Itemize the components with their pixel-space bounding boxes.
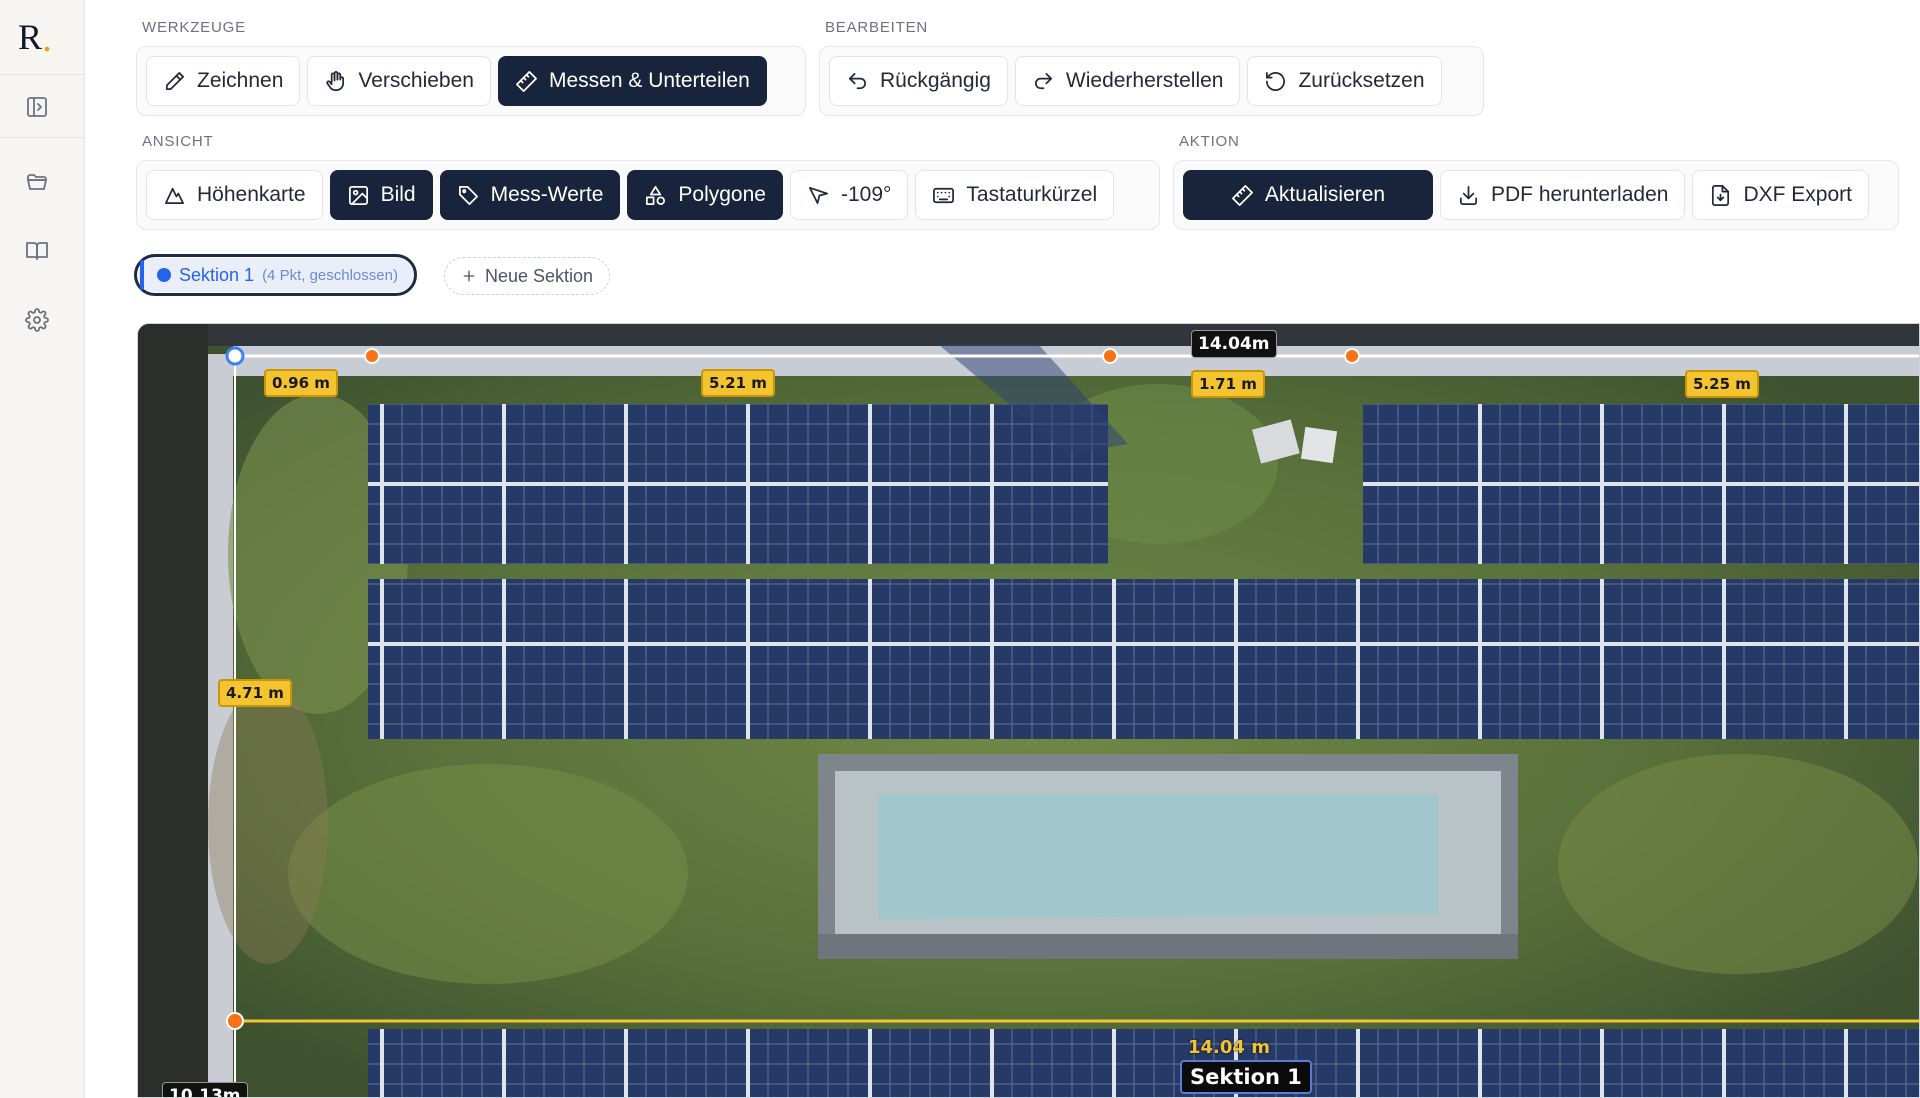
file-download-icon	[1712, 184, 1730, 206]
measure-segment-2: 5.21 m	[701, 369, 775, 397]
measure-total-top: 14.04m	[1191, 330, 1277, 358]
bearbeiten-label: BEARBEITEN	[825, 19, 929, 36]
bild-label: Bild	[380, 183, 416, 206]
image-icon	[348, 185, 368, 205]
aktualisieren-label: Aktualisieren	[1264, 183, 1386, 206]
hoehenkarte-label: Höhenkarte	[197, 183, 306, 206]
wiederherstellen-label: Wiederherstellen	[1065, 69, 1224, 92]
messen-label: Messen & Unterteilen	[548, 69, 750, 92]
section-meta: (4 Pkt, geschlossen)	[262, 266, 398, 284]
pencil-icon	[165, 71, 184, 90]
hoehenkarte-button[interactable]: Höhenkarte	[146, 170, 323, 220]
hand-icon	[326, 70, 345, 91]
section-tab-active[interactable]: Sektion 1 (4 Pkt, geschlossen)	[134, 254, 417, 296]
new-section-label: Neue Sektion	[485, 265, 594, 286]
ansicht-group: Höhenkarte Bild Mess-Werte Polygone -109…	[136, 160, 1160, 230]
mess-werte-button[interactable]: Mess-Werte	[439, 170, 621, 220]
measure-segment-3: 1.71 m	[1191, 370, 1265, 398]
ruler-icon	[1231, 184, 1253, 206]
section-label-on-map[interactable]: Sektion 1	[1180, 1060, 1312, 1094]
measure-segment-4: 5.25 m	[1685, 370, 1759, 398]
zeichnen-button[interactable]: Zeichnen	[146, 56, 301, 106]
folder-icon[interactable]	[22, 167, 52, 197]
dxf-label: DXF Export	[1743, 183, 1852, 206]
verschieben-button[interactable]: Verschieben	[307, 56, 491, 106]
verschieben-label: Verschieben	[358, 69, 474, 92]
measure-bottom-left: 10.13m	[162, 1082, 248, 1097]
rotation-button[interactable]: -109°	[789, 170, 909, 220]
aktion-group: Aktualisieren PDF herunterladen DXF Expo…	[1173, 160, 1899, 230]
dxf-export-button[interactable]: DXF Export	[1692, 170, 1869, 220]
tastaturkuerzel-label: Tastaturkürzel	[966, 183, 1098, 206]
zuruecksetzen-button[interactable]: Zurücksetzen	[1247, 56, 1442, 106]
sidebar-divider	[0, 137, 85, 138]
sidebar: R.	[0, 0, 85, 1098]
app-logo[interactable]: R.	[0, 0, 84, 75]
logo-dot: .	[42, 14, 52, 60]
pdf-label: PDF herunterladen	[1491, 183, 1669, 206]
redo-icon	[1034, 72, 1052, 89]
ansicht-label: ANSICHT	[142, 133, 214, 150]
undo-icon	[848, 72, 866, 89]
logo-letter: R	[17, 17, 42, 57]
tastaturkuerzel-button[interactable]: Tastaturkürzel	[915, 170, 1115, 220]
aktualisieren-button[interactable]: Aktualisieren	[1183, 170, 1433, 220]
navigation-arrow-icon	[808, 186, 828, 204]
messen-unterteilen-button[interactable]: Messen & Unterteilen	[497, 56, 767, 106]
werkzeuge-label: WERKZEUGE	[142, 19, 246, 36]
mess-werte-label: Mess-Werte	[490, 183, 604, 206]
zeichnen-label: Zeichnen	[197, 69, 284, 92]
rueckgaengig-button[interactable]: Rückgängig	[829, 56, 1008, 106]
polygone-label: Polygone	[678, 183, 766, 206]
mountain-icon	[165, 187, 184, 204]
wiederherstellen-button[interactable]: Wiederherstellen	[1014, 56, 1241, 106]
bild-button[interactable]: Bild	[329, 170, 433, 220]
keyboard-icon	[933, 187, 955, 203]
measure-left: 4.71 m	[218, 679, 292, 707]
section-name: Sektion 1	[179, 264, 255, 285]
bearbeiten-group: Rückgängig Wiederherstellen Zurücksetzen	[819, 46, 1484, 116]
rueckgaengig-label: Rückgängig	[880, 69, 991, 92]
download-icon	[1459, 185, 1478, 205]
map-canvas[interactable]: 14.04m 0.96 m 5.21 m 1.71 m 5.25 m 4.71 …	[137, 323, 1920, 1098]
polygone-button[interactable]: Polygone	[627, 170, 783, 220]
rotation-label: -109°	[840, 183, 892, 206]
section-color-dot	[157, 268, 171, 282]
tag-icon	[458, 185, 478, 205]
new-section-button[interactable]: Neue Sektion	[444, 257, 611, 295]
sidebar-panel-icon[interactable]	[22, 92, 52, 122]
measure-total-bottom: 14.04 m	[1188, 1037, 1270, 1058]
zuruecksetzen-label: Zurücksetzen	[1298, 69, 1425, 92]
werkzeuge-group: Zeichnen Verschieben Messen & Unterteile…	[136, 46, 806, 116]
gear-icon[interactable]	[22, 305, 52, 335]
pdf-herunterladen-button[interactable]: PDF herunterladen	[1440, 170, 1686, 220]
plus-icon	[463, 270, 475, 282]
aktion-label: AKTION	[1179, 133, 1240, 150]
book-icon[interactable]	[22, 236, 52, 266]
aerial-image	[138, 324, 1919, 1097]
shapes-icon	[646, 185, 666, 205]
ruler-icon	[516, 70, 537, 92]
measure-segment-1: 0.96 m	[264, 369, 338, 397]
reset-icon	[1266, 71, 1286, 91]
